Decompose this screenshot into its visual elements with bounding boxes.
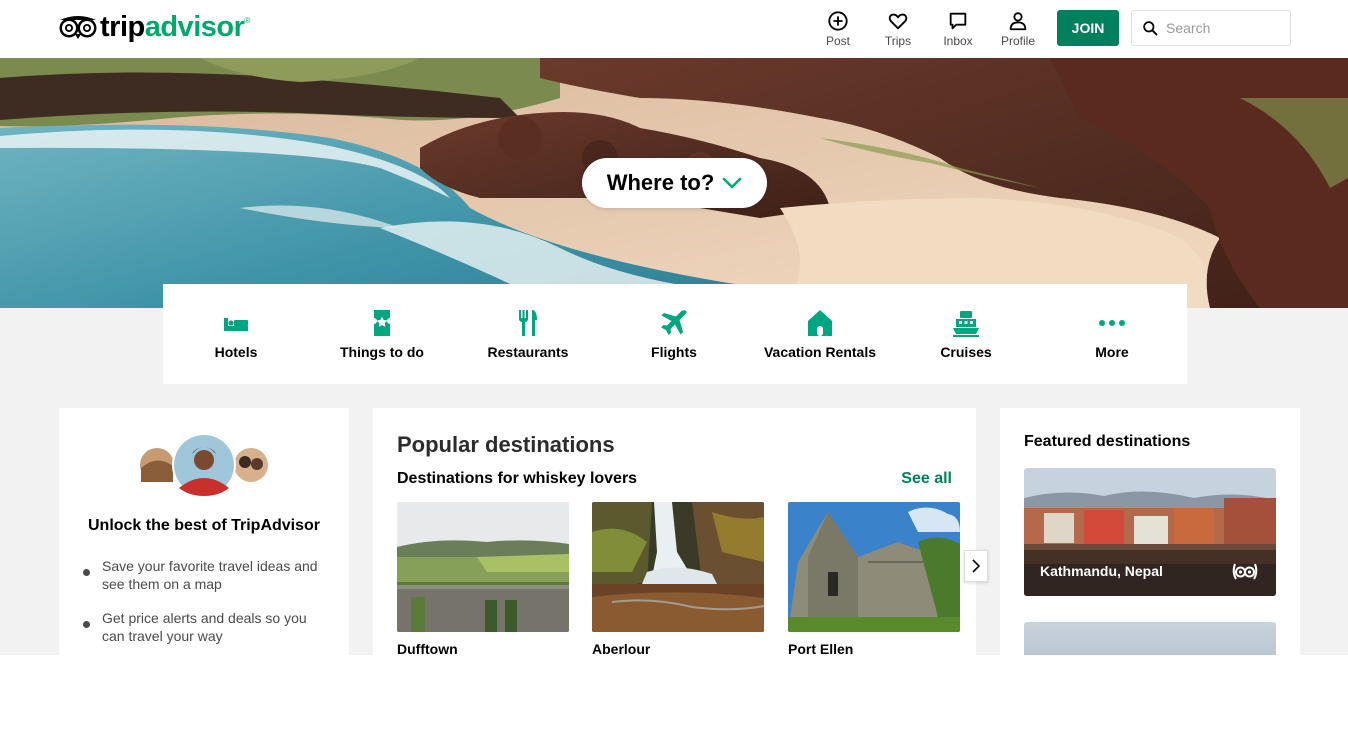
top-header: tripadvisor ® Post Trips Inbox Profile J… (0, 0, 1348, 58)
logo-trip-text: trip (100, 11, 145, 43)
plus-circle-icon (828, 11, 848, 31)
category-things-to-do-label: Things to do (340, 344, 424, 360)
owl-logo-icon (59, 16, 97, 39)
destination-name: Dufftown (397, 641, 458, 655)
unlock-card: Unlock the best of TripAdvisor Save your… (59, 408, 349, 655)
destination-name: Aberlour (592, 641, 651, 655)
category-more[interactable]: More (1039, 308, 1185, 364)
travelers-choice-badge-icon (1232, 563, 1258, 580)
destination-name: Port Ellen (788, 641, 854, 655)
plane-icon (661, 310, 687, 335)
category-cruises[interactable]: Cruises (893, 308, 1039, 364)
unlock-bullet: Save your favorite travel ideas and see … (83, 557, 333, 593)
user-icon (1009, 12, 1027, 31)
more-dots-icon (1099, 320, 1125, 326)
search-box[interactable] (1131, 10, 1291, 46)
category-hotels[interactable]: Hotels (163, 308, 309, 364)
destination-card-aberlour[interactable]: Aberlour (592, 502, 764, 655)
chevron-right-icon (972, 559, 981, 573)
nav-profile-label: Profile (1000, 34, 1035, 48)
unlock-bullet: Get price alerts and deals so you can tr… (83, 609, 333, 645)
category-restaurants[interactable]: Restaurants (455, 308, 601, 364)
search-icon (1143, 20, 1158, 35)
category-flights-label: Flights (651, 344, 697, 360)
popular-destinations-subtitle: Destinations for whiskey lovers (397, 470, 638, 487)
featured-destinations-card: Featured destinations Kathmandu, Nepal (1000, 408, 1300, 655)
chevron-down-icon (722, 177, 742, 189)
category-vacation-rentals[interactable]: Vacation Rentals (747, 308, 893, 364)
category-things-to-do[interactable]: Things to do (309, 308, 455, 364)
where-to-button[interactable]: Where to? (582, 158, 767, 208)
category-more-label: More (1095, 344, 1129, 360)
popular-destinations-title: Popular destinations (397, 432, 615, 457)
category-hotels-label: Hotels (214, 344, 258, 360)
see-all-link[interactable]: See all (901, 470, 952, 488)
dufftown-photo (397, 502, 569, 632)
logo-wordmark: tripadvisor (100, 11, 245, 43)
viewport: tripadvisor ® Post Trips Inbox Profile J… (0, 0, 1348, 655)
featured-destinations-title: Featured destinations (1024, 433, 1191, 450)
category-cruises-label: Cruises (940, 344, 992, 360)
nav-inbox-label: Inbox (943, 34, 973, 48)
category-restaurants-label: Restaurants (487, 344, 569, 360)
featured-destination-next-image[interactable] (1024, 622, 1276, 655)
nav-post[interactable]: Post (813, 10, 863, 50)
featured-destination-name: Kathmandu, Nepal (1040, 563, 1163, 579)
category-bar: Hotels Things to do Restaurants Flights … (163, 284, 1187, 384)
hero-banner: Where to? (0, 58, 1348, 308)
destination-card-dufftown[interactable]: Dufftown (397, 502, 569, 655)
port-ellen-photo (788, 502, 960, 632)
nav-inbox[interactable]: Inbox (933, 10, 983, 50)
tripadvisor-logo[interactable]: tripadvisor ® (58, 12, 250, 42)
popular-destinations-card: Popular destinations Destinations for wh… (373, 408, 988, 655)
featured-destination-kathmandu[interactable]: Kathmandu, Nepal (1024, 468, 1276, 596)
logo-advisor-text: advisor (144, 11, 245, 43)
traveler-avatars-image (140, 433, 268, 497)
page: tripadvisor ® Post Trips Inbox Profile J… (0, 0, 1348, 732)
house-icon (808, 310, 832, 336)
ship-icon (953, 311, 979, 337)
destination-card-port-ellen[interactable]: Port Ellen (788, 502, 960, 655)
carousel-next-button[interactable] (964, 550, 988, 582)
nav-post-label: Post (825, 34, 850, 48)
nav-profile[interactable]: Profile (993, 10, 1043, 50)
category-vacation-rentals-label: Vacation Rentals (763, 344, 877, 360)
bed-icon (224, 318, 248, 331)
where-to-label: Where to? (606, 170, 715, 195)
chat-icon (949, 12, 967, 30)
unlock-title: Unlock the best of TripAdvisor (87, 517, 321, 534)
logo-registered-mark: ® (244, 16, 251, 25)
fork-knife-icon (519, 310, 537, 336)
category-flights[interactable]: Flights (601, 308, 747, 364)
ticket-icon (374, 310, 390, 336)
nav-trips[interactable]: Trips (873, 10, 923, 50)
search-input[interactable] (1166, 20, 1284, 36)
join-button[interactable]: JOIN (1057, 10, 1119, 46)
heart-icon (888, 13, 908, 30)
nav-trips-label: Trips (884, 34, 912, 48)
aberlour-photo (592, 502, 764, 632)
